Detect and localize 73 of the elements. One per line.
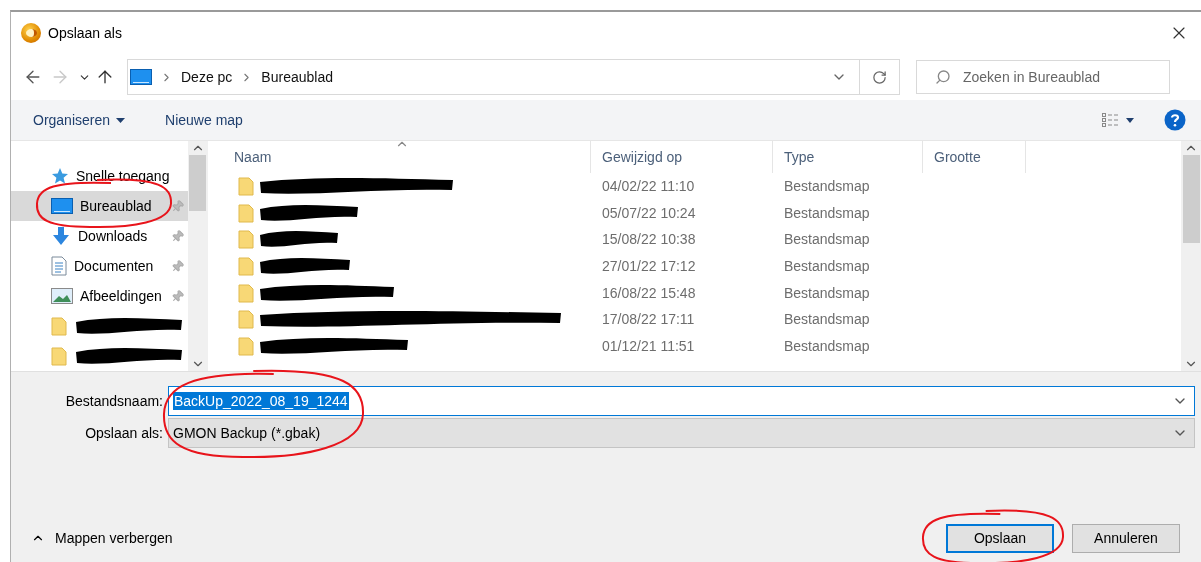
modified-date: 16/08/22 15:48	[601, 284, 697, 301]
refresh-icon	[872, 69, 887, 85]
nav-item-label: Downloads	[78, 228, 149, 244]
file-type-label: Opslaan als:	[84, 425, 163, 441]
folder-icon	[238, 202, 254, 223]
modified-date: 01/12/21 11:51	[601, 337, 696, 354]
nav-pane-item[interactable]: Documenten	[11, 251, 188, 281]
folder-icon	[238, 309, 254, 330]
folder-icon	[51, 316, 67, 336]
view-icon	[1102, 113, 1136, 127]
file-row[interactable]: 17/08/22 17:11 Bestandsmap	[223, 305, 1181, 333]
scrollbar[interactable]	[1181, 141, 1201, 371]
star-icon	[51, 167, 69, 185]
organize-menu[interactable]: Organiseren	[33, 112, 126, 128]
file-row[interactable]: 05/07/22 10:24 Bestandsmap	[223, 199, 1181, 227]
download-icon	[51, 226, 71, 246]
file-row[interactable]: 16/08/22 15:48 Bestandsmap	[223, 279, 1181, 306]
picture-icon	[51, 288, 73, 304]
folder-icon	[238, 176, 254, 197]
desktop-icon	[130, 69, 152, 85]
app-logo-icon	[21, 23, 41, 43]
modified-date: 05/07/22 10:24	[601, 204, 697, 221]
file-row[interactable]: 15/08/22 10:38 Bestandsmap	[223, 226, 1181, 253]
scrollbar-thumb[interactable]	[1182, 155, 1200, 243]
file-type: Bestandsmap	[783, 311, 871, 328]
file-type: Bestandsmap	[783, 337, 871, 354]
help-button[interactable]	[1163, 108, 1187, 132]
nav-item-label: Documenten	[74, 258, 155, 274]
window-title: Opslaan als	[48, 25, 123, 41]
breadcrumb[interactable]: Deze pc	[181, 69, 233, 85]
search-icon	[935, 69, 951, 85]
file-type: Bestandsmap	[783, 258, 871, 275]
file-row[interactable]: 04/02/22 11:10 Bestandsmap	[223, 173, 1181, 200]
file-type: Bestandsmap	[783, 231, 871, 248]
folder-icon	[51, 346, 67, 366]
address-bar[interactable]: Deze pc Bureaublad	[127, 59, 900, 95]
new-folder-button[interactable]: Nieuwe map	[165, 112, 243, 128]
scrollbar[interactable]	[188, 141, 207, 371]
column-header[interactable]: Naam	[223, 141, 591, 173]
modified-date: 17/08/22 17:11	[601, 311, 696, 328]
desktop-icon	[51, 198, 73, 214]
file-type-dropdown[interactable]: GMON Backup (*.gbak)	[168, 418, 1195, 448]
column-header[interactable]: Grootte	[923, 141, 1026, 173]
file-type: Bestandsmap	[783, 204, 871, 221]
nav-item-label: Afbeeldingen	[80, 288, 163, 304]
dialog-button[interactable]: Annuleren	[1072, 523, 1180, 553]
hide-folders-toggle[interactable]: Mappen verbergen	[31, 530, 173, 546]
folder-icon	[238, 229, 254, 250]
filename-label: Bestandsnaam:	[64, 393, 163, 409]
scrollbar-thumb[interactable]	[189, 155, 206, 211]
nav-item-label: Bureaublad	[80, 198, 153, 214]
dialog-button[interactable]: Opslaan	[946, 523, 1054, 553]
file-row[interactable]: 01/12/21 11:51 Bestandsmap	[223, 332, 1181, 360]
folder-icon	[238, 282, 254, 303]
modified-date: 04/02/22 11:10	[601, 178, 696, 195]
column-header[interactable]: Type	[773, 141, 923, 173]
caret-icon	[116, 117, 126, 123]
file-type: Bestandsmap	[783, 284, 871, 301]
nav-pane-item[interactable]: Bureaublad	[11, 191, 188, 221]
file-type: Bestandsmap	[783, 178, 871, 195]
nav-pane-item[interactable]: Afbeeldingen	[11, 281, 188, 311]
folder-icon	[238, 256, 254, 277]
modified-date: 27/01/22 17:12	[601, 258, 697, 275]
filename-field[interactable]: BackUp_2022_08_19_1244	[168, 386, 1195, 416]
search-field[interactable]: Zoeken in Bureaublad	[916, 60, 1170, 94]
document-icon	[51, 256, 67, 276]
column-header[interactable]: Gewijzigd op	[591, 141, 773, 173]
nav-pane-item[interactable]: Downloads	[11, 221, 188, 251]
modified-date: 15/08/22 10:38	[601, 231, 697, 248]
help-icon	[1164, 109, 1186, 131]
folder-icon	[238, 335, 254, 356]
breadcrumb[interactable]: Bureaublad	[261, 69, 333, 85]
file-row[interactable]: 27/01/22 17:12 Bestandsmap	[223, 252, 1181, 280]
